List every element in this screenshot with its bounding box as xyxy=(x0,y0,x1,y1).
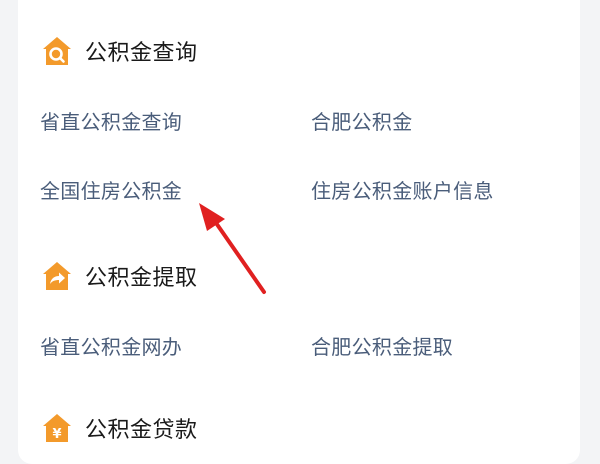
section-title: 公积金查询 xyxy=(85,41,198,66)
section-title: 公积金提取 xyxy=(85,266,198,291)
section-title: 公积金贷款 xyxy=(85,418,198,443)
section-header-query: 公积金查询 xyxy=(40,31,198,71)
link-provincial-query[interactable]: 省直公积金查询 xyxy=(40,108,182,136)
house-yen-icon: ¥ xyxy=(43,414,71,442)
link-account-info[interactable]: 住房公积金账户信息 xyxy=(311,177,494,205)
house-search-icon xyxy=(43,37,71,65)
link-hefei-fund[interactable]: 合肥公积金 xyxy=(311,108,413,136)
section-header-withdraw: 公积金提取 xyxy=(40,256,198,296)
link-hefei-withdraw[interactable]: 合肥公积金提取 xyxy=(311,333,453,361)
svg-text:¥: ¥ xyxy=(52,427,61,442)
link-provincial-online[interactable]: 省直公积金网办 xyxy=(40,333,182,361)
link-national-fund[interactable]: 全国住房公积金 xyxy=(40,177,182,205)
section-header-loan: ¥ 公积金贷款 xyxy=(40,408,198,448)
house-share-icon xyxy=(43,262,71,290)
